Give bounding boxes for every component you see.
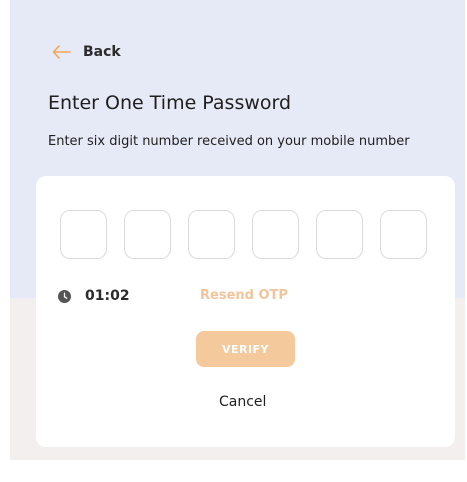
- arrow-left-icon: [52, 45, 71, 59]
- page-title: Enter One Time Password: [48, 92, 292, 114]
- otp-digit-2[interactable]: [124, 210, 171, 259]
- otp-digit-3[interactable]: [188, 210, 235, 259]
- back-button[interactable]: Back: [52, 44, 121, 60]
- clock-icon: [58, 289, 71, 303]
- otp-digit-5[interactable]: [316, 210, 363, 259]
- cancel-button[interactable]: Cancel: [219, 394, 266, 410]
- otp-digit-4[interactable]: [252, 210, 299, 259]
- otp-screen: Back Enter One Time Password Enter six d…: [0, 0, 467, 482]
- page-subtitle: Enter six digit number received on your …: [48, 134, 410, 149]
- otp-digit-1[interactable]: [60, 210, 107, 259]
- countdown-timer: 01:02: [58, 288, 130, 304]
- back-label: Back: [83, 44, 121, 60]
- resend-otp-link[interactable]: Resend OTP: [200, 288, 288, 303]
- verify-button[interactable]: VERIFY: [196, 331, 295, 367]
- timer-value: 01:02: [85, 288, 130, 304]
- otp-card: 01:02 Resend OTP VERIFY Cancel: [36, 176, 455, 447]
- otp-digit-6[interactable]: [380, 210, 427, 259]
